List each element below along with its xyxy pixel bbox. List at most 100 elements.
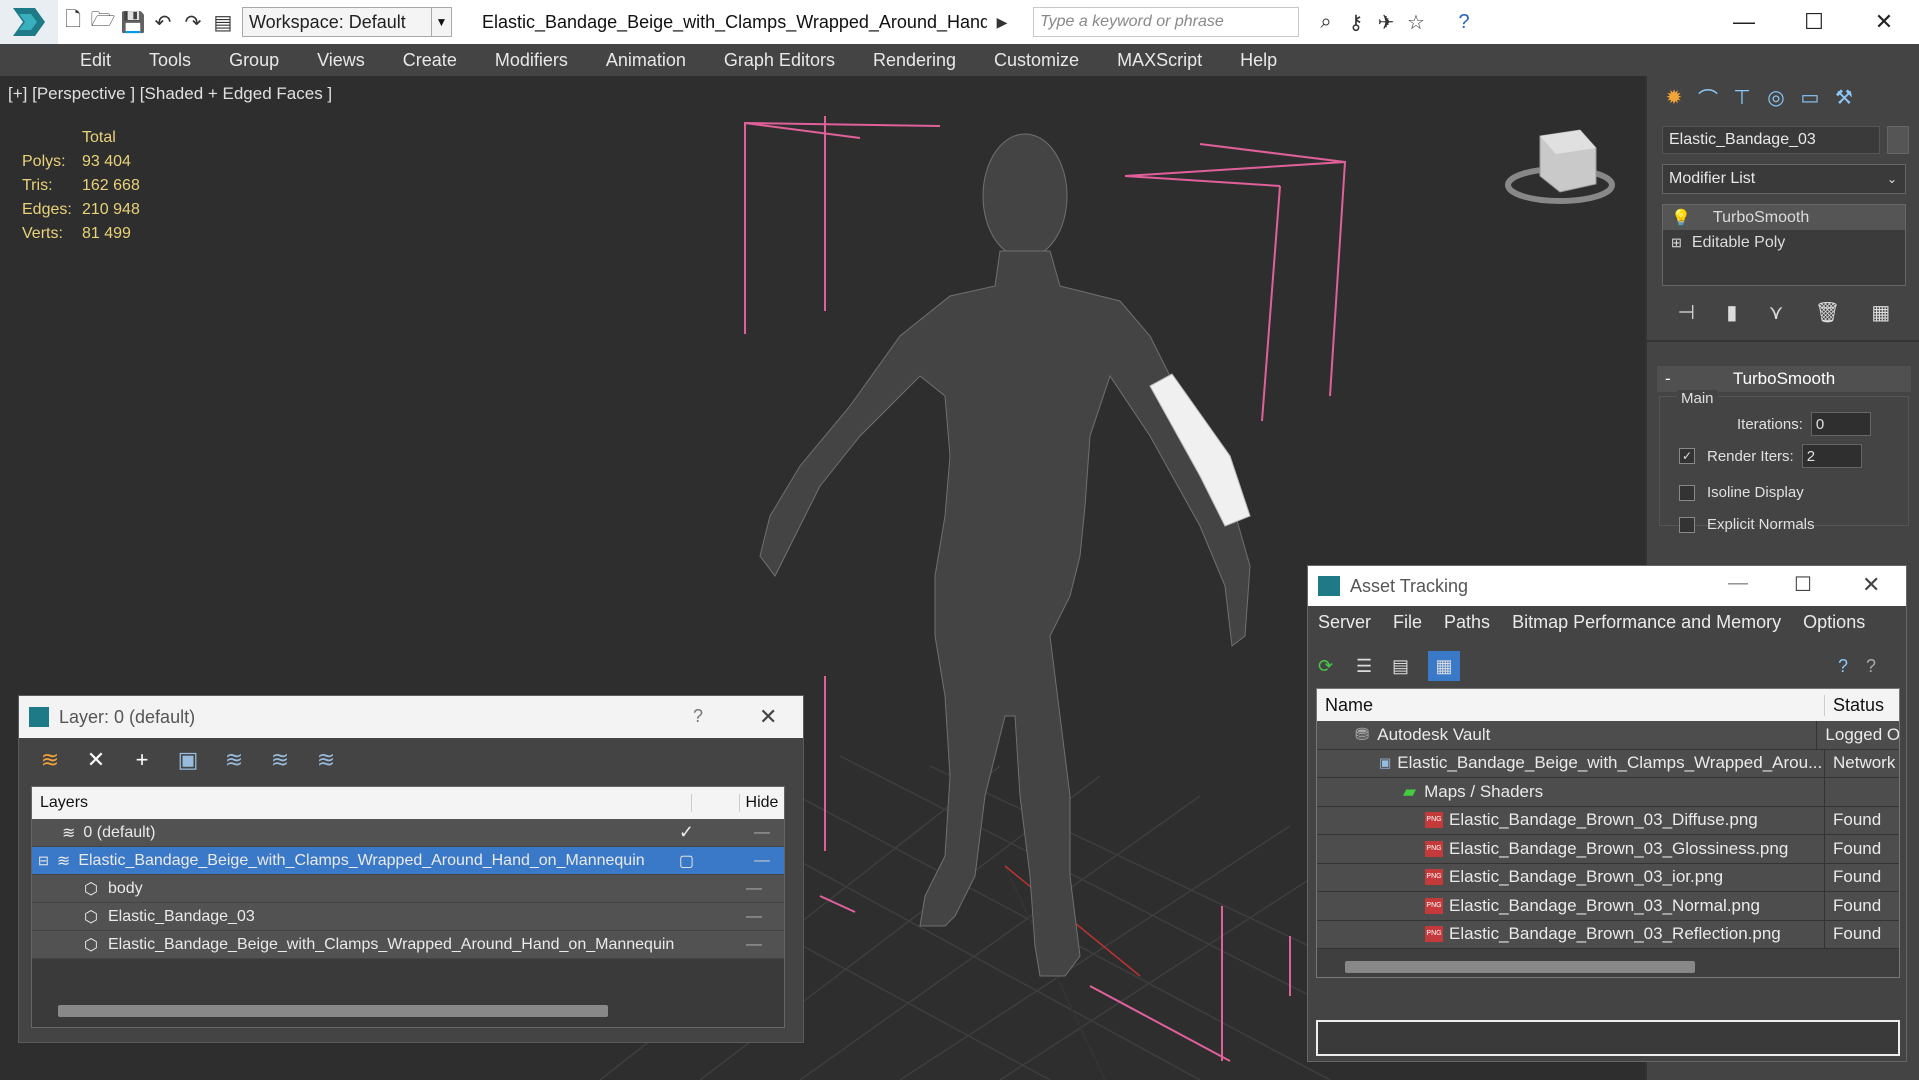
highlight-layer-icon[interactable]: ≋ bbox=[221, 747, 247, 773]
redo-icon[interactable]: ↷ bbox=[178, 7, 208, 37]
viewport-label[interactable]: [+] [Perspective ] [Shaded + Edged Faces… bbox=[8, 84, 332, 104]
layer-dialog-titlebar[interactable]: Layer: 0 (default) ? ✕ bbox=[19, 696, 803, 738]
menu-group[interactable]: Group bbox=[229, 50, 279, 71]
key-icon[interactable]: ⚷ bbox=[1341, 7, 1371, 37]
star-icon[interactable]: ☆ bbox=[1401, 7, 1431, 37]
column-layers[interactable]: Layers bbox=[32, 794, 692, 812]
binoculars-icon[interactable]: ⌕ bbox=[1311, 7, 1341, 37]
menu-create[interactable]: Create bbox=[403, 50, 457, 71]
hide-toggle[interactable]: — bbox=[724, 880, 784, 898]
stack-item-editable-poly[interactable]: ⊞ Editable Poly bbox=[1663, 230, 1905, 255]
active-layer-check-icon[interactable]: ✓ bbox=[679, 822, 694, 843]
menu-animation[interactable]: Animation bbox=[606, 50, 686, 71]
display-tab-icon[interactable]: ▭ bbox=[1793, 80, 1827, 114]
menu-server[interactable]: Server bbox=[1318, 612, 1371, 633]
object-color-swatch[interactable] bbox=[1887, 126, 1909, 154]
asset-row[interactable]: ⛃ Autodesk Vault Logged O bbox=[1317, 721, 1899, 750]
menu-edit[interactable]: Edit bbox=[80, 50, 111, 71]
utilities-tab-icon[interactable]: ⚒ bbox=[1827, 80, 1861, 114]
asset-row[interactable]: PNG Elastic_Bandage_Brown_03_Normal.png F… bbox=[1317, 892, 1899, 921]
remove-modifier-icon[interactable]: 🗑 bbox=[1815, 300, 1840, 325]
turbosmooth-rollout-header[interactable]: - TurboSmooth bbox=[1657, 366, 1911, 392]
maximize-button[interactable]: ☐ bbox=[1779, 0, 1849, 44]
menu-graph-editors[interactable]: Graph Editors bbox=[724, 50, 835, 71]
pin-stack-icon[interactable]: ⊣ bbox=[1678, 300, 1695, 325]
satellite-icon[interactable]: ✈ bbox=[1371, 7, 1401, 37]
asset-row[interactable]: ▰ Maps / Shaders bbox=[1317, 778, 1899, 807]
configure-sets-icon[interactable]: ▦ bbox=[1871, 300, 1890, 325]
column-name[interactable]: Name bbox=[1317, 694, 1825, 716]
menu-views[interactable]: Views bbox=[317, 50, 365, 71]
minimize-button[interactable]: — bbox=[1728, 572, 1748, 595]
modifier-list-dropdown[interactable]: Modifier List ⌄ bbox=[1662, 164, 1906, 194]
new-file-icon[interactable]: 🗋 bbox=[58, 7, 88, 37]
help-icon[interactable]: ? bbox=[1449, 7, 1479, 37]
menu-bitmap-performance[interactable]: Bitmap Performance and Memory bbox=[1512, 612, 1781, 633]
table-view-icon[interactable]: ▦ bbox=[1428, 651, 1460, 681]
render-iters-checkbox[interactable]: ✓ bbox=[1679, 448, 1695, 464]
undo-icon[interactable]: ↶ bbox=[148, 7, 178, 37]
select-objects-icon[interactable]: ▣ bbox=[175, 747, 201, 773]
hide-toggle[interactable]: — bbox=[724, 908, 784, 926]
menu-options[interactable]: Options bbox=[1803, 612, 1865, 633]
layer-object-row[interactable]: ⬡ Elastic_Bandage_03 — bbox=[32, 903, 784, 931]
list-view-icon[interactable]: ☰ bbox=[1356, 656, 1392, 677]
open-file-icon[interactable]: 🗁 bbox=[88, 7, 118, 37]
menu-tools[interactable]: Tools bbox=[149, 50, 191, 71]
hide-toggle[interactable]: — bbox=[754, 824, 784, 842]
tree-view-icon[interactable]: ▤ bbox=[1392, 656, 1428, 677]
layer-row[interactable]: ≋ 0 (default) ✓ — bbox=[32, 819, 784, 847]
horizontal-scrollbar[interactable] bbox=[1345, 961, 1695, 973]
column-status[interactable]: Status bbox=[1825, 695, 1884, 716]
asset-row[interactable]: PNG Elastic_Bandage_Brown_03_Diffuse.png … bbox=[1317, 806, 1899, 835]
menu-customize[interactable]: Customize bbox=[994, 50, 1079, 71]
asset-tracking-titlebar[interactable]: Asset Tracking — ☐ ✕ bbox=[1308, 566, 1906, 606]
menu-file[interactable]: File bbox=[1393, 612, 1422, 633]
delete-layer-icon[interactable]: ✕ bbox=[83, 747, 109, 773]
object-name-field[interactable]: Elastic_Bandage_03 bbox=[1662, 126, 1880, 154]
close-button[interactable]: ✕ bbox=[1862, 572, 1880, 598]
asset-path-field[interactable] bbox=[1316, 1020, 1900, 1056]
expand-plus-icon[interactable]: ⊞ bbox=[1671, 235, 1682, 251]
workspace-dropdown[interactable]: Workspace: Default bbox=[242, 7, 432, 37]
menu-maxscript[interactable]: MAXScript bbox=[1117, 50, 1202, 71]
project-folder-icon[interactable]: ▤ bbox=[208, 7, 238, 37]
hide-toggle[interactable]: — bbox=[754, 852, 784, 870]
menu-paths[interactable]: Paths bbox=[1444, 612, 1490, 633]
refresh-icon[interactable]: ⟳ bbox=[1318, 656, 1348, 677]
menu-modifiers[interactable]: Modifiers bbox=[495, 50, 568, 71]
column-hide[interactable]: Hide bbox=[739, 794, 784, 812]
layer-row[interactable]: ⊟ ≋ Elastic_Bandage_Beige_with_Clamps_Wr… bbox=[32, 847, 784, 875]
layer-object-row[interactable]: ⬡ Elastic_Bandage_Beige_with_Clamps_Wrap… bbox=[32, 931, 784, 959]
play-arrow-icon[interactable]: ▶ bbox=[987, 7, 1017, 37]
freeze-all-icon[interactable]: ≋ bbox=[313, 747, 339, 773]
help-button[interactable]: ? bbox=[693, 706, 703, 727]
horizontal-scrollbar[interactable] bbox=[58, 1005, 608, 1017]
add-to-layer-icon[interactable]: + bbox=[129, 747, 155, 773]
asset-row[interactable]: PNG Elastic_Bandage_Brown_03_Glossiness.p… bbox=[1317, 835, 1899, 864]
close-button[interactable]: ✕ bbox=[759, 704, 777, 730]
chevron-down-icon[interactable]: ▼ bbox=[432, 7, 452, 37]
hide-toggle[interactable]: — bbox=[724, 936, 784, 954]
set-active-icon[interactable]: ▢ bbox=[679, 851, 694, 871]
bulb-icon[interactable]: 💡 bbox=[1671, 208, 1691, 228]
explicit-normals-checkbox[interactable] bbox=[1679, 516, 1695, 533]
close-button[interactable]: ✕ bbox=[1849, 0, 1919, 44]
menu-rendering[interactable]: Rendering bbox=[873, 50, 956, 71]
hide-all-icon[interactable]: ≋ bbox=[267, 747, 293, 773]
motion-tab-icon[interactable]: ◎ bbox=[1759, 80, 1793, 114]
stack-item-turbosmooth[interactable]: 💡 TurboSmooth bbox=[1663, 205, 1905, 230]
hierarchy-tab-icon[interactable]: ⊤ bbox=[1725, 80, 1759, 114]
minimize-button[interactable]: — bbox=[1709, 0, 1779, 44]
new-layer-icon[interactable]: ≋ bbox=[37, 747, 63, 773]
layer-object-row[interactable]: ⬡ body — bbox=[32, 875, 784, 903]
make-unique-icon[interactable]: ⋎ bbox=[1769, 300, 1784, 325]
help-context-icon[interactable]: ? bbox=[1866, 656, 1876, 677]
asset-row[interactable]: PNG Elastic_Bandage_Brown_03_ior.png Foun… bbox=[1317, 863, 1899, 892]
asset-row[interactable]: PNG Elastic_Bandage_Brown_03_Reflection.p… bbox=[1317, 920, 1899, 949]
help-icon[interactable]: ? bbox=[1838, 656, 1848, 677]
show-end-result-icon[interactable]: ▮ bbox=[1726, 300, 1737, 325]
app-logo-icon[interactable] bbox=[0, 0, 58, 44]
maximize-button[interactable]: ☐ bbox=[1794, 572, 1812, 597]
modify-tab-icon[interactable]: ⌒ bbox=[1691, 80, 1725, 114]
